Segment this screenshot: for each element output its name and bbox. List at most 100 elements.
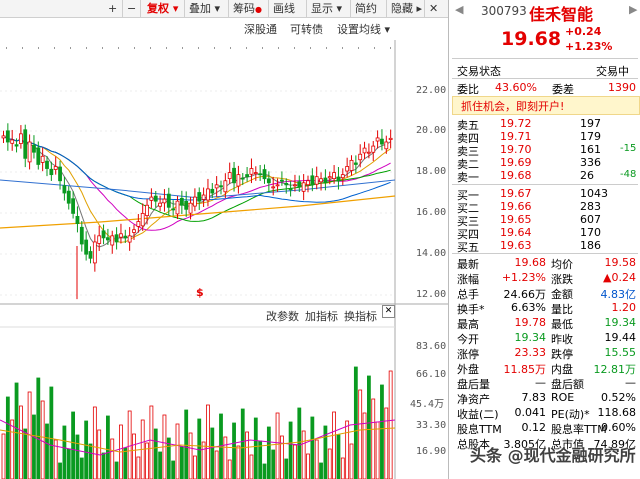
candle-body xyxy=(349,159,354,171)
switch-indicator-button[interactable]: 换指标 xyxy=(344,308,377,324)
grid-dot xyxy=(390,47,391,49)
candle-body xyxy=(158,202,163,207)
volume-bar xyxy=(14,382,19,479)
candle-body xyxy=(106,237,110,241)
stat-label: 昨收 xyxy=(551,333,573,346)
volume-bar xyxy=(236,445,241,479)
kline-chart[interactable]: $ xyxy=(0,0,448,479)
volume-bar xyxy=(32,414,36,479)
grid-dot xyxy=(150,47,151,49)
volume-bar xyxy=(262,463,267,479)
buy-level-volume: 186 xyxy=(580,239,601,252)
candle-body xyxy=(71,198,75,214)
buy-level-price[interactable]: 19.65 xyxy=(500,213,532,226)
candle-body xyxy=(206,188,210,201)
sell-level-price[interactable]: 19.69 xyxy=(500,156,532,169)
prev-stock-icon[interactable]: ◀ xyxy=(455,3,463,16)
stat-value: 19.78 xyxy=(514,316,547,329)
stat-label: 收益(二) xyxy=(457,408,499,421)
sell-level-volume: 197 xyxy=(580,117,601,130)
candle-body xyxy=(166,193,171,208)
ma-line xyxy=(3,135,391,243)
candle-body xyxy=(5,130,10,143)
ma-line xyxy=(3,135,391,248)
promo-banner[interactable]: 抓住机会，即刻开户! xyxy=(452,96,640,115)
promo-text: 抓住机会，即刻开户! xyxy=(461,100,565,113)
sell-level-price[interactable]: 19.68 xyxy=(500,169,532,182)
candle-body xyxy=(162,198,167,204)
stat-value: 19.58 xyxy=(604,256,637,269)
volume-bar xyxy=(227,459,232,479)
volume-bar xyxy=(371,398,376,479)
candle-body xyxy=(345,166,350,172)
grid-dot xyxy=(214,47,215,49)
price-tick-label: 16.00 xyxy=(416,207,447,218)
volume-bar xyxy=(336,434,341,479)
candle-body xyxy=(110,235,115,246)
volume-bar xyxy=(266,426,271,479)
volume-bar xyxy=(106,415,110,479)
close-indicator-icon[interactable]: ✕ xyxy=(382,305,395,318)
stat-value: — xyxy=(535,376,546,389)
divider xyxy=(452,253,638,254)
stock-name: 佳禾智能 xyxy=(529,5,594,24)
stat-value: ▲0.24 xyxy=(603,271,636,284)
grid-dot xyxy=(102,47,103,49)
buy-level-volume: 607 xyxy=(580,213,601,226)
volume-bar xyxy=(284,458,289,479)
candle-body xyxy=(171,208,176,211)
candle-body xyxy=(297,181,302,188)
volume-bar xyxy=(192,455,197,479)
stat-label: 涨跌 xyxy=(551,273,573,286)
volume-bar xyxy=(127,410,132,479)
sell-level-volume: 179 xyxy=(580,130,601,143)
volume-bar xyxy=(297,407,302,479)
stat-label: 最新 xyxy=(457,258,479,271)
add-indicator-button[interactable]: 加指标 xyxy=(305,308,338,324)
candle-body xyxy=(388,137,393,140)
buy-level-price[interactable]: 19.63 xyxy=(500,239,532,252)
buy-level-volume: 170 xyxy=(580,226,601,239)
buy-level-price[interactable]: 19.64 xyxy=(500,226,532,239)
stat-label: ROE xyxy=(551,391,575,404)
volume-bar xyxy=(123,447,128,479)
volume-bar xyxy=(197,418,202,479)
weicha-label: 委差 xyxy=(552,83,574,96)
stat-value: 118.68 xyxy=(597,406,637,419)
grid-dot xyxy=(86,47,87,49)
candle-body xyxy=(53,166,58,170)
candle-body xyxy=(123,235,128,239)
volume-bar xyxy=(249,454,254,479)
grid-dot xyxy=(262,47,263,49)
candle-body xyxy=(210,188,215,194)
buy-level-price[interactable]: 19.67 xyxy=(500,187,532,200)
candle-body xyxy=(371,145,376,153)
volume-bar xyxy=(375,421,380,479)
trade-status-label: 交易状态 xyxy=(457,65,501,78)
sell-level-price[interactable]: 19.71 xyxy=(500,130,532,143)
grid-dot xyxy=(246,47,247,49)
divider xyxy=(452,184,638,185)
buy-level-price[interactable]: 19.66 xyxy=(500,200,532,213)
volume-bar xyxy=(158,451,163,479)
grid-dot xyxy=(70,47,71,49)
sell-level-volume: 26 xyxy=(580,169,594,182)
next-stock-icon[interactable]: ▶ xyxy=(629,3,637,16)
grid-dot xyxy=(118,47,119,49)
volume-bar xyxy=(210,427,215,479)
candle-body xyxy=(336,176,341,182)
stock-code: 300793 xyxy=(481,4,527,18)
sell-level-price[interactable]: 19.70 xyxy=(500,143,532,156)
stat-value: 19.34 xyxy=(604,316,637,329)
candle-body xyxy=(66,190,71,204)
candle-body xyxy=(119,233,123,238)
candle-body xyxy=(18,133,23,144)
candle-body xyxy=(262,169,267,180)
candle-body xyxy=(49,168,54,176)
volume-bar xyxy=(314,439,319,479)
sell-level-price[interactable]: 19.72 xyxy=(500,117,532,130)
volume-bar xyxy=(340,457,345,479)
change-params-button[interactable]: 改参数 xyxy=(266,308,299,324)
trade-status-value: 交易中 xyxy=(596,65,629,78)
volume-bar xyxy=(49,386,54,479)
